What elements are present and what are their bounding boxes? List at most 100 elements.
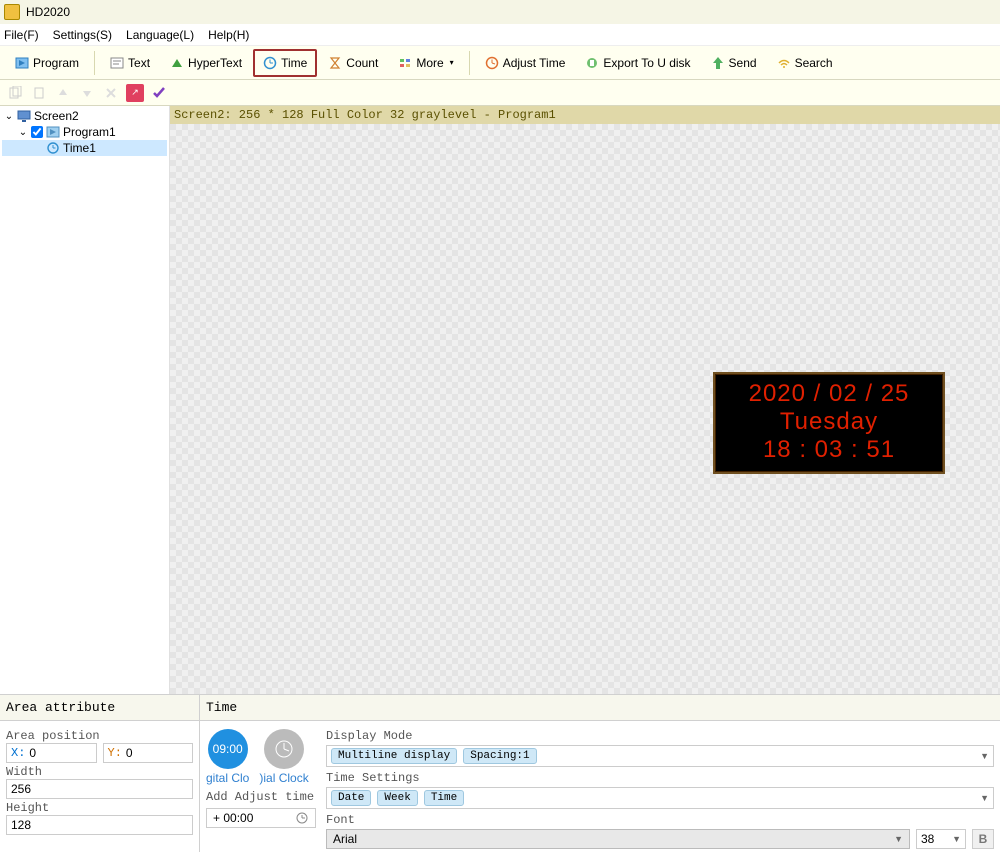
digital-clock-choice[interactable]: 09:00 gital Clo xyxy=(206,729,249,786)
x-field-wrap: X: xyxy=(6,743,97,763)
chevron-down-icon: ▼ xyxy=(894,834,903,844)
width-label: Width xyxy=(6,765,193,779)
tree-screen[interactable]: ⌄ Screen2 xyxy=(2,108,167,124)
width-input[interactable] xyxy=(6,779,193,799)
separator xyxy=(469,51,470,75)
hourglass-icon xyxy=(328,56,342,70)
time-panel-title: Time xyxy=(200,695,1000,721)
dial-clock-icon xyxy=(264,729,304,769)
area-panel-title: Area attribute xyxy=(0,695,199,721)
tb-hypertext[interactable]: HyperText xyxy=(161,49,251,77)
tb-count[interactable]: Count xyxy=(319,49,387,77)
font-select[interactable]: Arial ▼ xyxy=(326,829,910,849)
app-title: HD2020 xyxy=(26,5,70,19)
app-icon xyxy=(4,4,20,20)
height-label: Height xyxy=(6,801,193,815)
chevron-down-icon: ▾ xyxy=(450,58,454,67)
sub-check[interactable] xyxy=(150,84,168,102)
usb-icon xyxy=(585,56,599,70)
canvas-panel: Screen2: 256 * 128 Full Color 32 graylev… xyxy=(170,106,1000,694)
toolbar: Program Text HyperText Time Count More ▾ xyxy=(0,46,1000,80)
tree-program-check[interactable] xyxy=(31,126,43,138)
tb-adjust-time[interactable]: Adjust Time xyxy=(476,49,575,77)
height-input[interactable] xyxy=(6,815,193,835)
clock-tiny-icon xyxy=(295,811,309,825)
y-prefix: Y: xyxy=(108,746,122,760)
tree-panel: ⌄ Screen2 ⌄ Program1 Time1 xyxy=(0,106,170,694)
x-prefix: X: xyxy=(11,746,25,760)
chevron-down-icon[interactable]: ▼ xyxy=(980,751,989,761)
time-settings-field[interactable]: Date Week Time ▼ xyxy=(326,787,994,809)
tag-time[interactable]: Time xyxy=(424,790,464,806)
title-bar: HD2020 xyxy=(0,0,1000,24)
tb-send[interactable]: Send xyxy=(702,49,766,77)
adjust-clock-icon xyxy=(485,56,499,70)
area-attribute-panel: Area attribute Area position X: Y: Width… xyxy=(0,695,200,852)
x-input[interactable] xyxy=(29,744,91,762)
more-icon xyxy=(398,56,412,70)
separator xyxy=(94,51,95,75)
text-icon xyxy=(110,56,124,70)
main-row: ⌄ Screen2 ⌄ Program1 Time1 Screen2: 256 … xyxy=(0,106,1000,694)
tree-twisty[interactable]: ⌄ xyxy=(4,111,14,122)
time-settings-label: Time Settings xyxy=(326,771,994,785)
tag-week[interactable]: Week xyxy=(377,790,417,806)
tb-time[interactable]: Time xyxy=(253,49,317,77)
tb-text[interactable]: Text xyxy=(101,49,159,77)
play-small-icon xyxy=(46,125,60,139)
dial-clock-choice[interactable]: )ial Clock xyxy=(259,729,308,786)
tag-spacing[interactable]: Spacing:1 xyxy=(463,748,536,764)
chevron-down-icon: ▼ xyxy=(952,834,961,844)
led-day: Tuesday xyxy=(719,408,939,436)
tree-program[interactable]: ⌄ Program1 xyxy=(2,124,167,140)
bottom-panels: Area attribute Area position X: Y: Width… xyxy=(0,694,1000,852)
menu-bar: File(F) Settings(S) Language(L) Help(H) xyxy=(0,24,1000,46)
send-icon xyxy=(711,56,725,70)
font-label: Font xyxy=(326,813,994,827)
settings-column: Display Mode Multiline display Spacing:1… xyxy=(316,729,994,844)
play-icon xyxy=(15,56,29,70)
font-size-select[interactable]: 38 ▼ xyxy=(916,829,966,849)
chevron-down-icon[interactable]: ▼ xyxy=(980,793,989,803)
y-input[interactable] xyxy=(126,744,188,762)
display-mode-label: Display Mode xyxy=(326,729,994,743)
tree-twisty[interactable]: ⌄ xyxy=(18,127,28,138)
wifi-icon xyxy=(777,56,791,70)
tb-search[interactable]: Search xyxy=(768,49,842,77)
sub-export[interactable]: ↗ xyxy=(126,84,144,102)
tag-date[interactable]: Date xyxy=(331,790,371,806)
hypertext-icon xyxy=(170,56,184,70)
tb-export-usb[interactable]: Export To U disk xyxy=(576,49,699,77)
sub-toolbar: ↗ xyxy=(0,80,1000,106)
sub-copy[interactable] xyxy=(6,84,24,102)
y-field-wrap: Y: xyxy=(103,743,194,763)
led-date: 2020 / 02 / 25 xyxy=(719,380,939,408)
digital-clock-icon: 09:00 xyxy=(208,729,248,769)
sub-up[interactable] xyxy=(54,84,72,102)
led-time: 18 : 03 : 51 xyxy=(719,436,939,464)
sub-delete[interactable] xyxy=(102,84,120,102)
sub-down[interactable] xyxy=(78,84,96,102)
time-panel: Time 09:00 gital Clo )ial Clock xyxy=(200,695,1000,852)
menu-help[interactable]: Help(H) xyxy=(208,28,249,42)
adjust-label: Add Adjust time xyxy=(206,790,316,804)
tag-multiline[interactable]: Multiline display xyxy=(331,748,457,764)
led-preview[interactable]: 2020 / 02 / 25 Tuesday 18 : 03 : 51 xyxy=(713,372,945,474)
canvas-header: Screen2: 256 * 128 Full Color 32 graylev… xyxy=(170,106,1000,124)
clock-mode-column: 09:00 gital Clo )ial Clock Add Adjust ti… xyxy=(206,729,316,844)
export-icon: ↗ xyxy=(126,84,144,102)
monitor-icon xyxy=(17,109,31,123)
sub-paste[interactable] xyxy=(30,84,48,102)
tree-time-item[interactable]: Time1 xyxy=(2,140,167,156)
adjust-time-field[interactable]: + 00:00 xyxy=(206,808,316,828)
clock-small-icon xyxy=(46,141,60,155)
menu-file[interactable]: File(F) xyxy=(4,28,39,42)
bold-button[interactable]: B xyxy=(972,829,994,849)
menu-settings[interactable]: Settings(S) xyxy=(53,28,112,42)
display-mode-field[interactable]: Multiline display Spacing:1 ▼ xyxy=(326,745,994,767)
tb-more[interactable]: More ▾ xyxy=(389,49,462,77)
canvas-area[interactable]: 2020 / 02 / 25 Tuesday 18 : 03 : 51 xyxy=(170,124,1000,694)
area-position-label: Area position xyxy=(6,729,193,743)
tb-program[interactable]: Program xyxy=(6,49,88,77)
menu-language[interactable]: Language(L) xyxy=(126,28,194,42)
